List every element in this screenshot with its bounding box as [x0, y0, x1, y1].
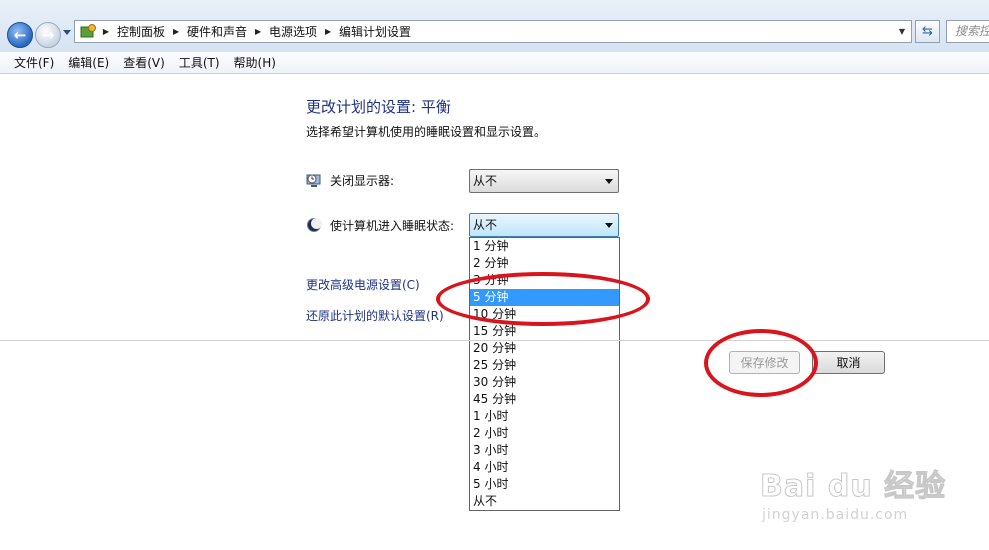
breadcrumb-power-options[interactable]: 电源选项 [265, 23, 321, 40]
save-button[interactable]: 保存修改 [729, 351, 800, 374]
refresh-button[interactable]: ⇆ [915, 20, 940, 43]
chevron-down-icon [605, 223, 613, 228]
menu-file[interactable]: 文件(F) [7, 54, 61, 71]
sleep-option[interactable]: 10 分钟 [470, 306, 619, 323]
sleep-option[interactable]: 从不 [470, 493, 619, 510]
sleep-option[interactable]: 1 分钟 [470, 238, 619, 255]
sleep-option[interactable]: 30 分钟 [470, 374, 619, 391]
cancel-button[interactable]: 取消 [812, 351, 885, 374]
sleep-value: 从不 [473, 218, 498, 232]
sleep-option[interactable]: 5 小时 [470, 476, 619, 493]
address-field[interactable]: ▶ 控制面板 ▶ 硬件和声音 ▶ 电源选项 ▶ 编辑计划设置 ▼ [74, 20, 912, 43]
display-off-select[interactable]: 从不 [469, 169, 619, 193]
sleep-row: 使计算机进入睡眠状态: [306, 216, 454, 234]
sleep-option[interactable]: 3 分钟 [470, 272, 619, 289]
breadcrumb-separator-icon[interactable]: ▶ [251, 27, 265, 36]
back-arrow-icon: ← [13, 26, 27, 44]
sleep-option[interactable]: 3 小时 [470, 442, 619, 459]
recent-pages-dropdown[interactable] [63, 30, 71, 35]
page-title: 更改计划的设置: 平衡 [306, 98, 451, 116]
sleep-option[interactable]: 2 分钟 [470, 255, 619, 272]
sleep-options-list: 1 分钟 2 分钟 3 分钟 5 分钟 10 分钟 15 分钟 20 分钟 25… [469, 237, 620, 511]
sleep-option[interactable]: 1 小时 [470, 408, 619, 425]
back-button[interactable]: ← [7, 22, 33, 48]
restore-defaults-link[interactable]: 还原此计划的默认设置(R) [306, 307, 444, 324]
menu-bar: 文件(F) 编辑(E) 查看(V) 工具(T) 帮助(H) [0, 52, 989, 74]
watermark: Bai du 经验 jingyan.baidu.com [759, 445, 989, 535]
divider [0, 340, 989, 341]
menu-edit[interactable]: 编辑(E) [61, 54, 116, 71]
sleep-label: 使计算机进入睡眠状态: [330, 218, 455, 233]
display-off-row: 关闭显示器: [306, 171, 394, 189]
sleep-option[interactable]: 20 分钟 [470, 340, 619, 357]
address-bar-region: ← → ▶ 控制面板 ▶ 硬件和声音 ▶ 电源选项 ▶ 编辑计划设置 ▼ ⇆ 搜… [0, 0, 989, 52]
moon-icon [306, 217, 322, 233]
control-panel-icon [77, 21, 99, 42]
display-off-value: 从不 [473, 174, 498, 188]
sleep-option[interactable]: 45 分钟 [470, 391, 619, 408]
breadcrumb-separator-icon[interactable]: ▶ [321, 27, 335, 36]
watermark-logo: Bai du 经验 [759, 469, 947, 505]
breadcrumb-control-panel[interactable]: 控制面板 [113, 23, 169, 40]
breadcrumb-separator-icon[interactable]: ▶ [169, 27, 183, 36]
chevron-down-icon [605, 179, 613, 184]
watermark-url: jingyan.baidu.com [762, 507, 909, 523]
sleep-option[interactable]: 25 分钟 [470, 357, 619, 374]
refresh-icon: ⇆ [922, 24, 933, 39]
sleep-option-highlighted[interactable]: 5 分钟 [470, 289, 619, 306]
breadcrumb-separator-icon: ▶ [102, 27, 110, 36]
breadcrumb-edit-plan[interactable]: 编辑计划设置 [335, 23, 415, 40]
forward-button[interactable]: → [35, 22, 61, 48]
sleep-option[interactable]: 4 小时 [470, 459, 619, 476]
menu-help[interactable]: 帮助(H) [227, 54, 283, 71]
advanced-power-settings-link[interactable]: 更改高级电源设置(C) [306, 276, 420, 293]
sleep-select[interactable]: 从不 [469, 213, 619, 237]
forward-arrow-icon: → [41, 26, 55, 44]
address-dropdown-icon[interactable]: ▼ [893, 21, 911, 42]
breadcrumb-hardware-sound[interactable]: 硬件和声音 [183, 23, 251, 40]
sleep-option[interactable]: 2 小时 [470, 425, 619, 442]
monitor-clock-icon [306, 172, 322, 188]
sleep-option[interactable]: 15 分钟 [470, 323, 619, 340]
search-input[interactable]: 搜索控 [946, 20, 989, 43]
menu-view[interactable]: 查看(V) [116, 54, 172, 71]
page-subtitle: 选择希望计算机使用的睡眠设置和显示设置。 [306, 125, 547, 139]
menu-tools[interactable]: 工具(T) [172, 54, 227, 71]
display-off-label: 关闭显示器: [330, 173, 395, 188]
